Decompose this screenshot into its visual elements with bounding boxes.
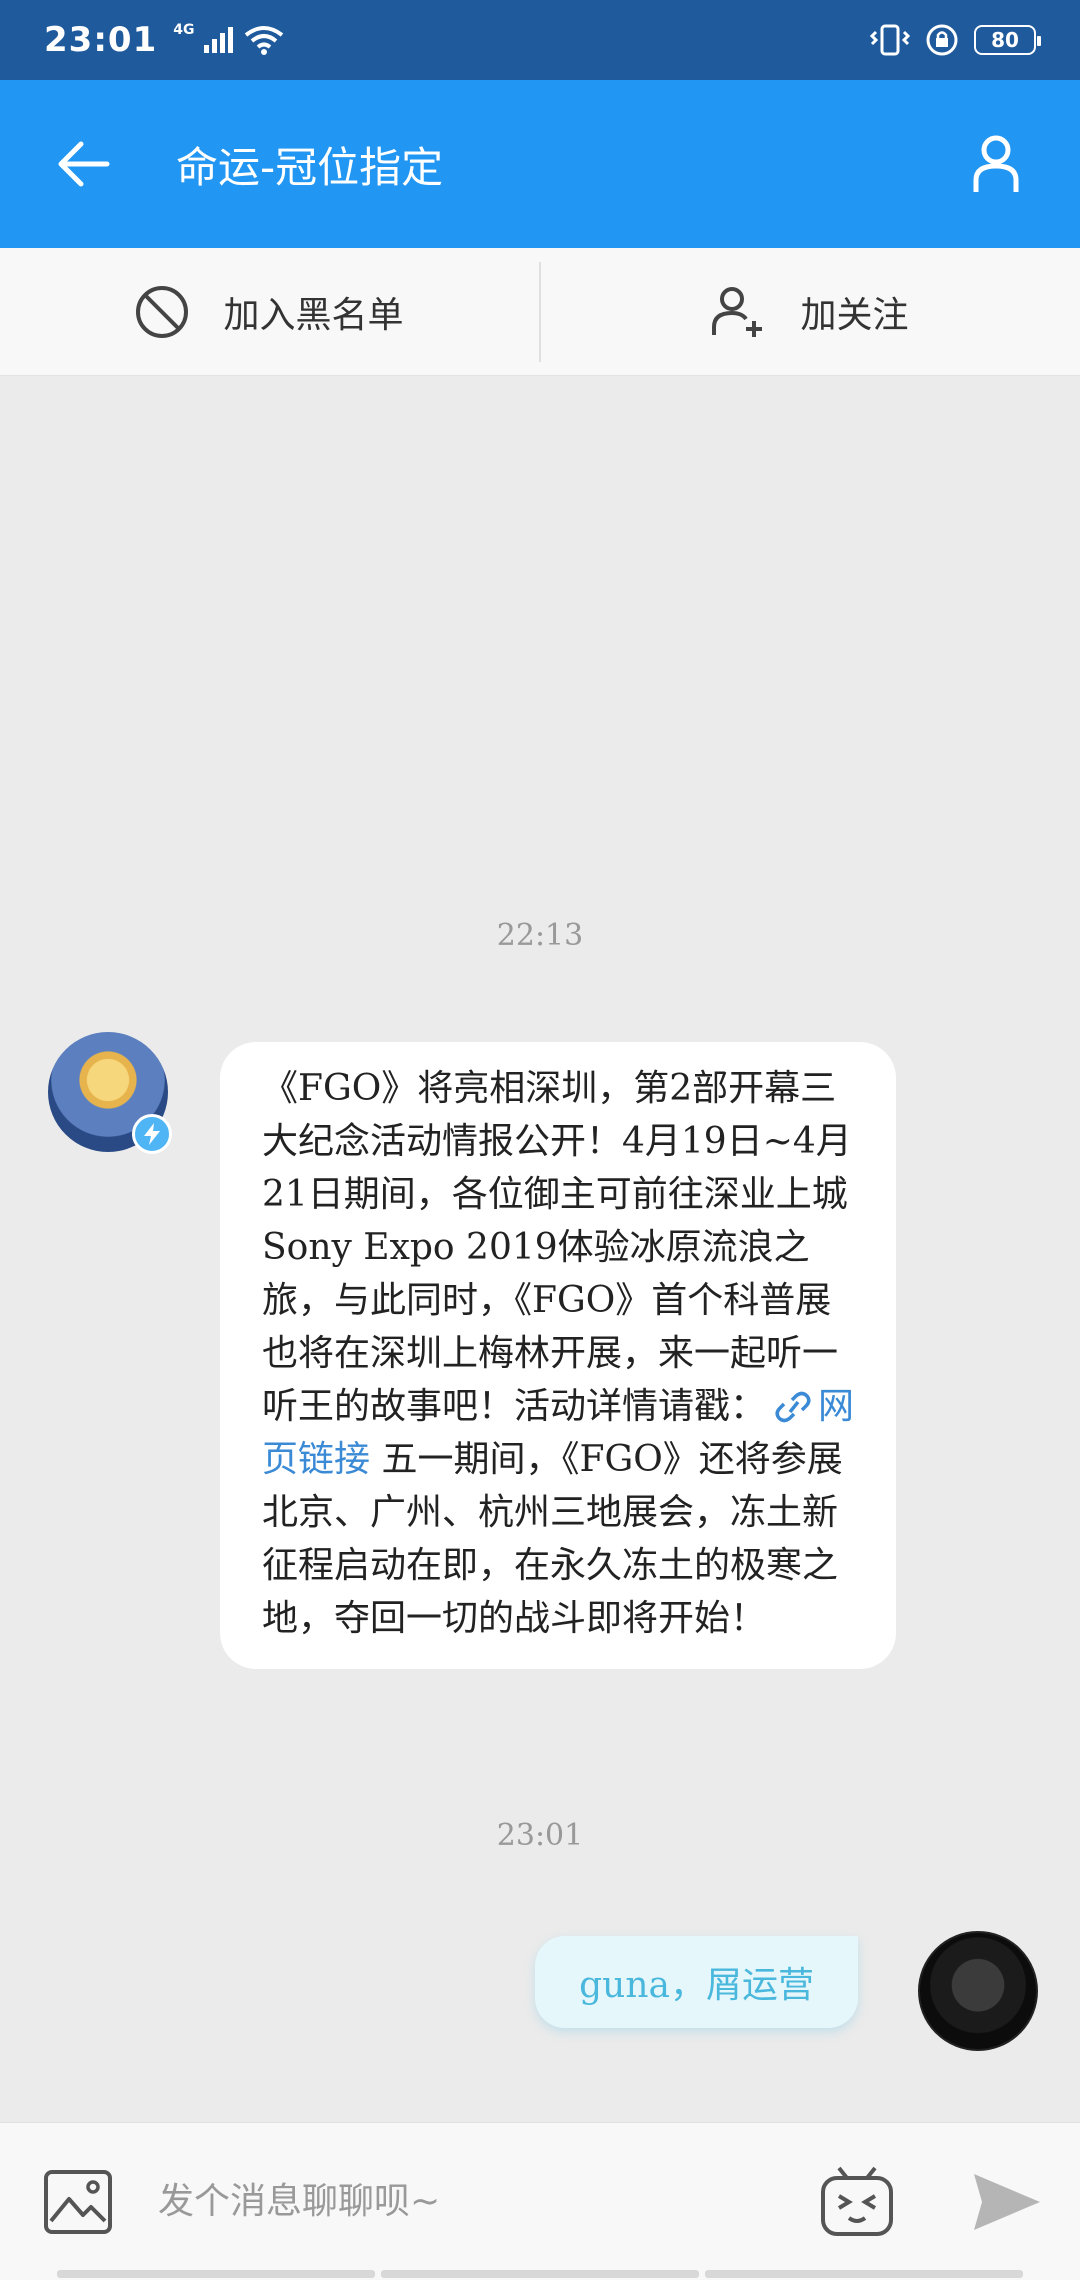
add-blacklist-label: 加入黑名单 [223, 294, 404, 336]
chat-area[interactable]: 22:13 《FGO》将亮相深圳，第2部开幕三大纪念活动情报公开！4月19日~4… [0, 376, 1080, 2120]
image-button[interactable] [38, 2162, 118, 2242]
my-avatar[interactable] [918, 1931, 1038, 2051]
message-text: 《FGO》将亮相深圳，第2部开幕三大纪念活动情报公开！4月19日~4月21日期间… [262, 1068, 852, 1427]
page-title: 命运-冠位指定 [176, 142, 444, 192]
emoji-icon [821, 2166, 893, 2236]
incoming-message-bubble[interactable]: 《FGO》将亮相深圳，第2部开幕三大纪念活动情报公开！4月19日~4月21日期间… [220, 1042, 896, 1669]
image-icon [44, 2169, 112, 2234]
add-user-icon [712, 286, 763, 337]
outgoing-message-text: guna，屑运营 [579, 1965, 814, 2006]
back-arrow-icon [58, 141, 110, 187]
wifi-icon [245, 26, 284, 55]
status-bar: 23:01 4G 80 [0, 0, 1080, 80]
add-blacklist-button[interactable]: 加入黑名单 [0, 248, 539, 375]
navigation-hint [0, 2270, 1080, 2280]
nav-segment [705, 2270, 1023, 2278]
outgoing-message-bubble[interactable]: guna，屑运营 [535, 1936, 858, 2028]
follow-label: 加关注 [800, 294, 909, 336]
profile-icon [973, 135, 1019, 192]
emoji-button[interactable] [812, 2157, 902, 2247]
timestamp: 23:01 [496, 1818, 584, 1853]
app-bar: 命运-冠位指定 [0, 80, 1080, 248]
battery-icon: 80 [974, 25, 1041, 55]
timestamp: 22:13 [496, 918, 584, 953]
vibrate-icon [870, 24, 910, 56]
input-bar [0, 2122, 1080, 2280]
nav-segment [57, 2270, 375, 2278]
nav-segment [381, 2270, 699, 2278]
status-time: 23:01 [44, 20, 158, 60]
profile-button[interactable] [946, 114, 1046, 214]
sender-avatar[interactable] [48, 1032, 172, 1154]
action-bar: 加入黑名单 加关注 [0, 248, 1080, 376]
signal-icon [204, 27, 234, 53]
link-icon [775, 1391, 811, 1423]
battery-level: 80 [991, 28, 1019, 52]
verified-badge-icon [132, 1114, 172, 1154]
follow-button[interactable]: 加关注 [541, 248, 1080, 375]
block-icon [136, 285, 189, 338]
back-button[interactable] [34, 114, 134, 214]
lock-icon [926, 24, 958, 56]
send-button[interactable] [962, 2157, 1052, 2247]
send-icon [974, 2173, 1040, 2230]
message-input[interactable] [158, 2161, 812, 2242]
network-type: 4G [173, 22, 195, 38]
